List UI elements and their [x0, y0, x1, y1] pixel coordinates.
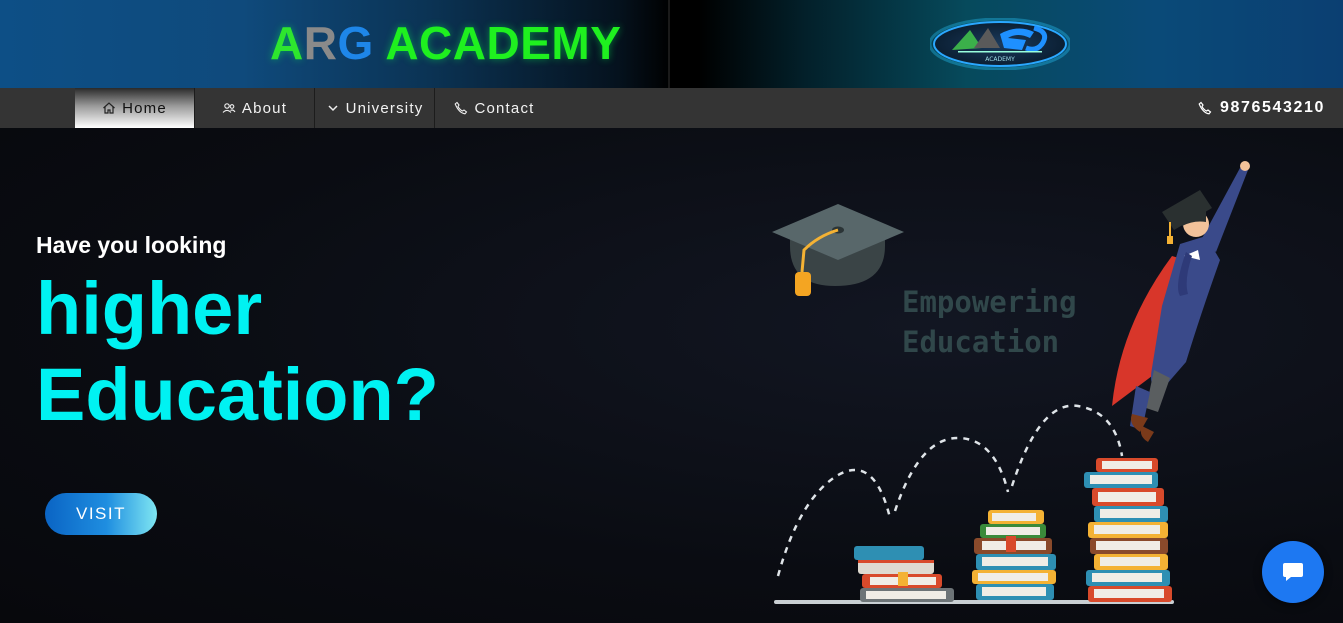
phone-number-text: 9876543210 [1220, 99, 1325, 116]
nav-item-label: University [345, 99, 424, 117]
nav-item-university[interactable]: University [314, 88, 434, 128]
svg-text:ACADEMY: ACADEMY [985, 56, 1015, 63]
home-icon [103, 102, 115, 114]
visit-button[interactable]: VISIT [45, 493, 157, 535]
education-illustration [772, 161, 1250, 604]
flying-graduate-icon [1112, 161, 1250, 442]
arg-academy-logo-icon[interactable]: ACADEMY [930, 18, 1070, 70]
illustration-caption-line-2: Education [902, 325, 1060, 359]
graduation-cap-icon [772, 204, 904, 296]
brand-letter-a: A [270, 17, 304, 69]
phone-icon [1198, 101, 1212, 115]
illustration-caption: Empowering Education [902, 282, 1077, 362]
chevron-down-icon [328, 105, 338, 112]
users-icon [222, 103, 236, 113]
hero-subtitle: Have you looking [36, 232, 227, 258]
illustration-caption-line-1: Empowering [902, 285, 1077, 319]
brand-word-academy: ACADEMY [373, 17, 622, 69]
banner-divider [668, 0, 670, 88]
hero-title-line-1: higher [36, 267, 263, 350]
hero-section: Have you looking higher Education? VISIT [0, 128, 1343, 623]
phone-icon [454, 101, 468, 115]
phone-number[interactable]: 9876543210 [1198, 88, 1325, 128]
nav-item-label: Home [122, 99, 167, 117]
header-banner: ARG ACADEMY ACADEMY [0, 0, 1343, 88]
brand-letter-g: G [337, 17, 374, 69]
nav-item-home[interactable]: Home [75, 88, 194, 128]
book-stack-small-icon [854, 546, 954, 602]
brand-title[interactable]: ARG ACADEMY [270, 16, 621, 70]
nav-item-label: Contact [474, 99, 535, 117]
main-nav: Home About University Contact 9876543210 [0, 88, 1343, 128]
nav-item-label: About [241, 99, 288, 117]
book-stack-tall-icon [1084, 458, 1172, 602]
chat-button[interactable] [1262, 541, 1324, 603]
book-stack-medium-icon [972, 510, 1056, 600]
nav-item-contact[interactable]: Contact [434, 88, 554, 128]
hero-title: higher Education? [36, 266, 636, 438]
chat-bubble-icon [1283, 563, 1303, 581]
nav-item-about[interactable]: About [194, 88, 314, 128]
brand-letter-r: R [303, 17, 338, 69]
hero-title-line-2: Education? [36, 353, 439, 436]
